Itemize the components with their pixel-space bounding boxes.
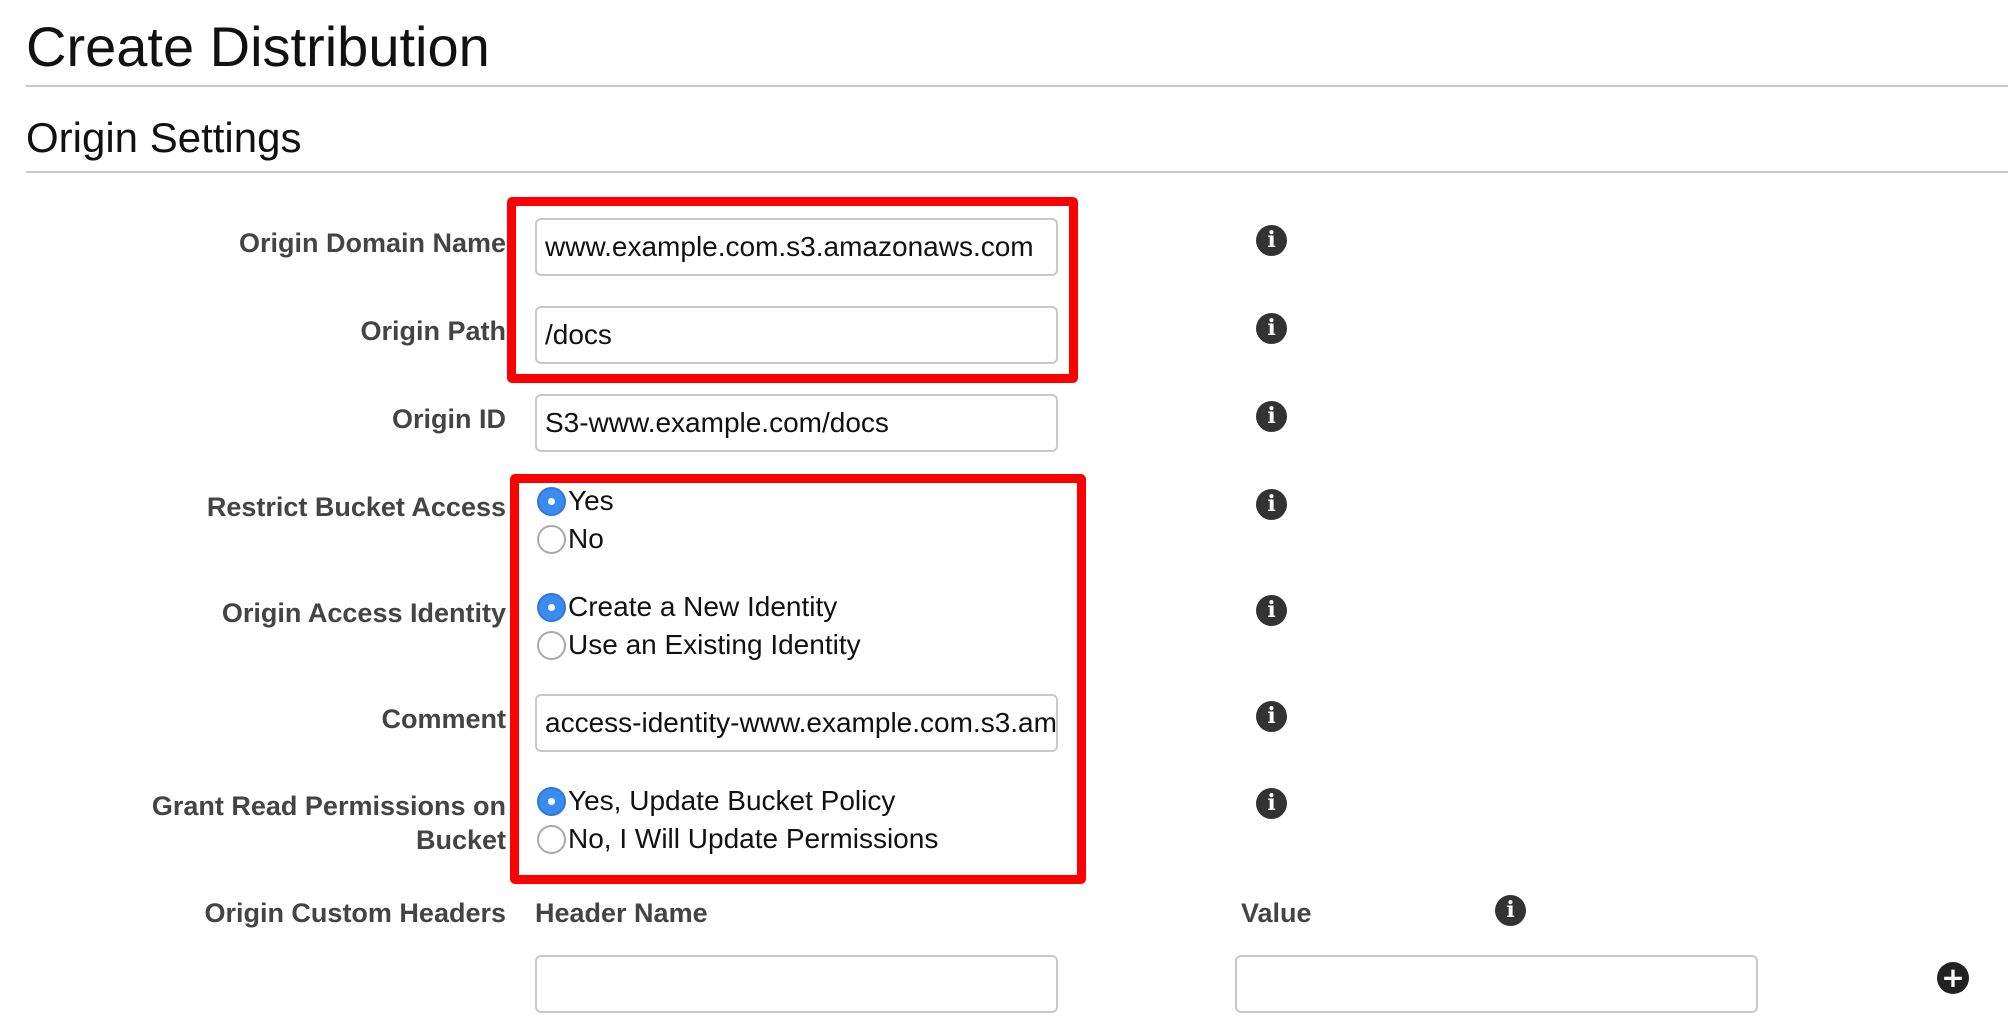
grant-no-label: No, I Will Update Permissions: [568, 823, 939, 854]
origin-custom-headers-label: Origin Custom Headers: [204, 898, 506, 928]
info-icon[interactable]: i: [1256, 225, 1287, 256]
header-value-input[interactable]: [1235, 955, 1758, 1013]
identity-existing-radio[interactable]: [537, 630, 566, 660]
info-icon[interactable]: i: [1256, 701, 1287, 732]
origin-path-label: Origin Path: [360, 316, 506, 346]
identity-create-radio[interactable]: [537, 592, 566, 622]
grant-no-radio[interactable]: [537, 824, 566, 854]
page-title: Create Distribution: [26, 15, 490, 78]
restrict-no-radio[interactable]: [537, 524, 566, 554]
origin-domain-name-label: Origin Domain Name: [238, 228, 506, 258]
info-icon[interactable]: i: [1256, 595, 1287, 626]
header-name-column-label: Header Name: [535, 898, 708, 928]
restrict-yes-option[interactable]: Yes: [537, 483, 614, 519]
info-icon[interactable]: i: [1256, 313, 1287, 344]
info-icon[interactable]: i: [1256, 489, 1287, 520]
grant-read-permissions-label-line1: Grant Read Permissions on: [151, 791, 506, 821]
info-icon[interactable]: i: [1495, 895, 1526, 926]
origin-access-identity-label: Origin Access Identity: [221, 598, 506, 628]
grant-no-option[interactable]: No, I Will Update Permissions: [537, 821, 938, 857]
comment-input[interactable]: access-identity-www.example.com.s3.amazo…: [535, 694, 1058, 752]
grant-read-permissions-label-line2: Bucket: [415, 825, 506, 855]
origin-id-label: Origin ID: [392, 404, 506, 434]
grant-yes-label: Yes, Update Bucket Policy: [568, 785, 896, 816]
info-icon[interactable]: i: [1256, 788, 1287, 819]
restrict-no-label: No: [568, 523, 604, 554]
section-title: Origin Settings: [26, 114, 302, 161]
identity-existing-label: Use an Existing Identity: [568, 629, 861, 660]
grant-yes-radio[interactable]: [537, 786, 566, 816]
add-header-icon[interactable]: +: [1937, 962, 1969, 994]
section-divider: [26, 171, 2008, 173]
origin-id-input[interactable]: S3-www.example.com/docs: [535, 394, 1058, 452]
header-name-input[interactable]: [535, 955, 1058, 1013]
identity-existing-option[interactable]: Use an Existing Identity: [537, 627, 861, 663]
identity-create-label: Create a New Identity: [568, 591, 838, 622]
restrict-yes-radio[interactable]: [537, 486, 566, 516]
info-icon[interactable]: i: [1256, 401, 1287, 432]
origin-domain-name-input[interactable]: www.example.com.s3.amazonaws.com: [535, 218, 1058, 276]
identity-create-option[interactable]: Create a New Identity: [537, 589, 837, 625]
restrict-yes-label: Yes: [568, 485, 614, 516]
title-divider: [26, 85, 2008, 87]
grant-yes-option[interactable]: Yes, Update Bucket Policy: [537, 783, 895, 819]
value-column-label: Value: [1241, 898, 1312, 928]
comment-label: Comment: [381, 704, 506, 734]
origin-path-input[interactable]: /docs: [535, 306, 1058, 364]
restrict-bucket-access-label: Restrict Bucket Access: [206, 492, 506, 522]
restrict-no-option[interactable]: No: [537, 521, 604, 557]
